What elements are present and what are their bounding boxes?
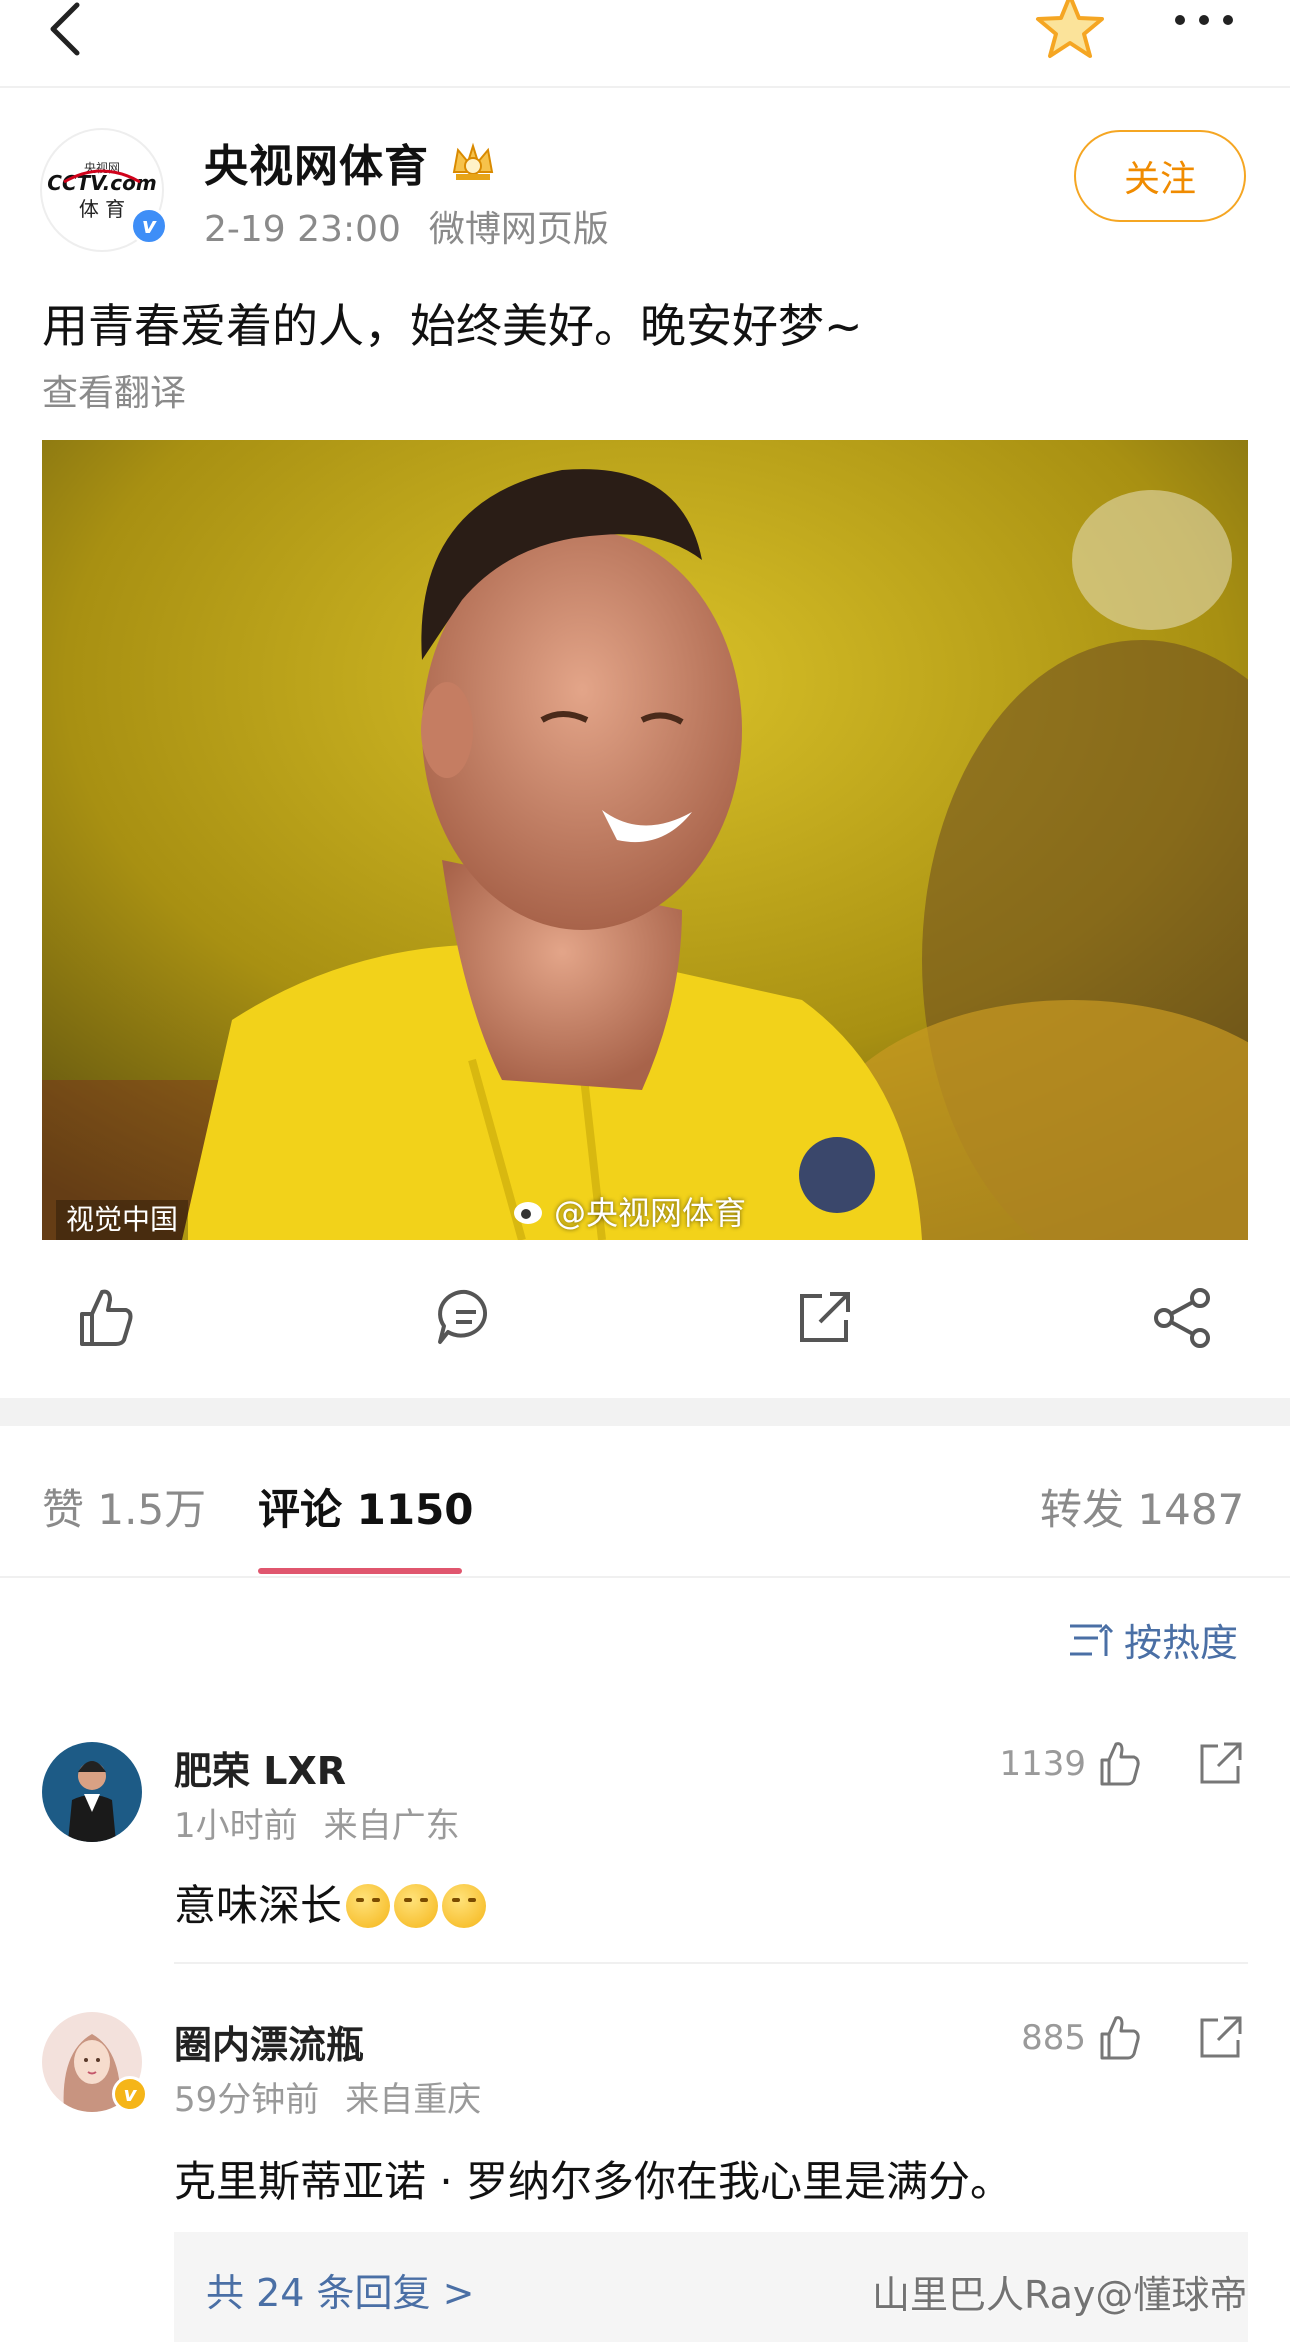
comment-author[interactable]: 圈内漂流瓶 (174, 2014, 364, 2069)
emoji-icon (442, 1884, 487, 1928)
back-icon[interactable] (30, 0, 100, 64)
translate-link[interactable]: 查看翻译 (42, 364, 186, 416)
comment-repost-icon[interactable] (1194, 2012, 1246, 2064)
page-watermark: 山里巴人Ray@懂球帝 (872, 2273, 1248, 2317)
comment-meta: 1小时前 来自广东 (174, 1798, 460, 1847)
comment-verified-badge: v (112, 2076, 148, 2112)
image-watermark: @央视网体育 (512, 1188, 746, 1234)
share-icon[interactable] (1144, 1282, 1224, 1352)
tabs-border (0, 1576, 1290, 1578)
tab-active-indicator (258, 1568, 462, 1574)
comment-text: 意味深长 (174, 1872, 487, 1933)
emoji-icon (394, 1884, 439, 1928)
post-image[interactable]: 视觉中国 @央视网体育 (42, 440, 1248, 1240)
comment-like-icon[interactable] (1094, 2012, 1146, 2064)
comment-like-icon[interactable] (1094, 1738, 1146, 1790)
tab-likes[interactable]: 赞 1.5万 (42, 1476, 206, 1537)
comment-time: 59分钟前 (174, 2080, 320, 2120)
comment-time: 1小时前 (174, 1806, 298, 1846)
emoji-icon (346, 1884, 391, 1928)
sort-label: 按热度 (1124, 1621, 1239, 1665)
tab-reposts-label: 转发 (1040, 1485, 1125, 1534)
post-text: 用青春爱着的人，始终美好。晚安好梦~ (42, 299, 863, 353)
comment-meta: 59分钟前 来自重庆 (174, 2072, 481, 2121)
tab-comments-count: 1150 (356, 1485, 474, 1534)
comment-location: 来自广东 (323, 1806, 460, 1846)
tab-likes-count: 1.5万 (97, 1485, 207, 1534)
comment-icon[interactable] (426, 1282, 506, 1352)
comment-location: 来自重庆 (345, 2080, 482, 2120)
comment-like-count: 885 (1021, 2018, 1086, 2058)
post-meta: 2-19 23:00 微博网页版 (204, 200, 609, 252)
image-watermark-text: @央视网体育 (554, 1194, 747, 1232)
comment-text: 克里斯蒂亚诺 · 罗纳尔多你在我心里是满分。 (174, 2157, 1013, 2206)
like-icon[interactable] (68, 1282, 148, 1352)
sort-icon (1070, 1623, 1114, 1656)
verified-badge: v (130, 207, 168, 245)
post-source: 微博网页版 (428, 209, 609, 250)
follow-button[interactable]: 关注 (1074, 130, 1246, 222)
section-divider (0, 1398, 1290, 1426)
comment-repost-icon[interactable] (1194, 1738, 1246, 1790)
avatar-logo-sub: 体 育 (79, 197, 125, 221)
tab-reposts-count: 1487 (1137, 1485, 1245, 1534)
post-timestamp: 2-19 23:00 (204, 209, 401, 250)
comment-like-count: 1139 (999, 1744, 1086, 1784)
crown-icon (448, 136, 498, 186)
view-replies-link[interactable]: 共 24 条回复 > (206, 2262, 474, 2317)
author-name[interactable]: 央视网体育 (204, 130, 429, 194)
sort-button[interactable]: 按热度 (1068, 1612, 1238, 1667)
tab-likes-label: 赞 (42, 1485, 85, 1534)
tab-reposts[interactable]: 转发 1487 (1040, 1476, 1244, 1537)
comment-avatar[interactable] (42, 1742, 142, 1842)
star-icon[interactable] (1034, 0, 1106, 62)
image-credit: 视觉中国 (56, 1200, 189, 1240)
comment-author[interactable]: 肥荣 LXR (174, 1740, 346, 1795)
comment-divider (174, 1962, 1248, 1964)
avatar-logo-top: CCTV.com (47, 171, 156, 195)
more-icon[interactable] (1168, 0, 1240, 48)
tab-comments[interactable]: 评论 1150 (258, 1476, 474, 1537)
top-bar (0, 0, 1290, 88)
tab-comments-label: 评论 (258, 1485, 343, 1534)
repost-icon[interactable] (786, 1282, 866, 1352)
comment-text-body: 意味深长 (174, 1881, 343, 1930)
